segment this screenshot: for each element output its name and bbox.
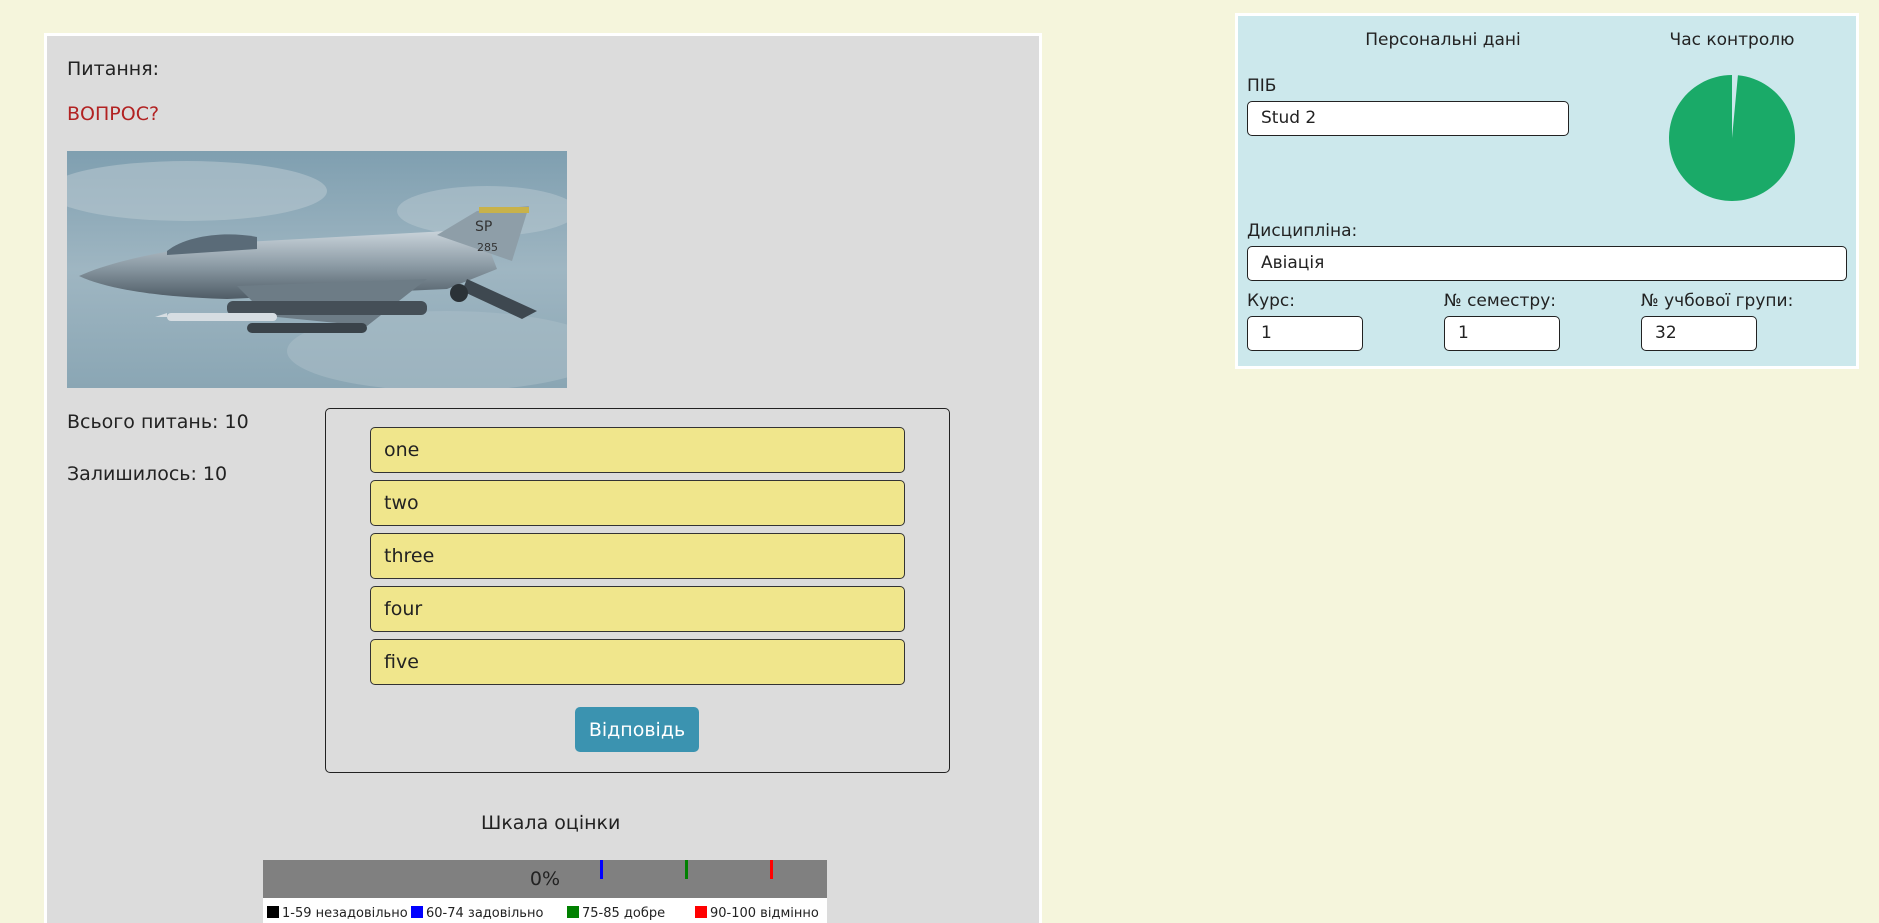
personal-data-panel: Персональні дані Час контролю ПІБ Stud 2… — [1235, 13, 1859, 369]
answer-option[interactable]: two — [370, 480, 905, 526]
total-questions: Всього питань: 10 — [67, 411, 249, 433]
question-text: ВОПРОС? — [67, 103, 160, 125]
legend-item: 1-59 незадовільно — [267, 906, 408, 921]
discipline-field[interactable]: Авіація — [1247, 246, 1847, 281]
discipline-label: Дисципліна: — [1247, 221, 1358, 241]
question-label: Питання: — [67, 58, 160, 80]
timer-pie — [1667, 73, 1797, 203]
grade-scale-legend: 1-59 незадовільно 60-74 задовільно 75-85… — [263, 898, 827, 923]
legend-swatch — [695, 906, 707, 918]
group-label: № учбової групи: — [1641, 291, 1794, 311]
page: Питання: ВОПРОС? SP 285 Всього питань: 1… — [0, 0, 1879, 923]
legend-swatch — [267, 906, 279, 918]
grade-scale-title: Шкала оцінки — [481, 812, 621, 834]
legend-item: 75-85 добре — [567, 906, 665, 921]
answers-box: one two three four five Відповідь — [325, 408, 950, 773]
answer-option[interactable]: one — [370, 427, 905, 473]
personal-data-heading: Персональні дані — [1365, 30, 1521, 50]
timer-heading: Час контролю — [1669, 30, 1795, 50]
legend-label: 90-100 відмінно — [710, 906, 819, 921]
timer-pie-chart — [1669, 75, 1796, 201]
quiz-panel: Питання: ВОПРОС? SP 285 Всього питань: 1… — [44, 33, 1042, 923]
answer-option[interactable]: four — [370, 586, 905, 632]
remaining-questions: Залишилось: 10 — [67, 463, 228, 485]
group-field[interactable]: 32 — [1641, 316, 1757, 351]
answer-option[interactable]: three — [370, 533, 905, 579]
legend-item: 60-74 задовільно — [411, 906, 543, 921]
legend-item: 90-100 відмінно — [695, 906, 819, 921]
answer-option[interactable]: five — [370, 639, 905, 685]
course-field[interactable]: 1 — [1247, 316, 1363, 351]
svg-text:285: 285 — [477, 241, 498, 254]
name-field[interactable]: Stud 2 — [1247, 101, 1569, 136]
name-label: ПІБ — [1247, 76, 1277, 96]
legend-swatch — [567, 906, 579, 918]
semester-label: № семестру: — [1444, 291, 1557, 311]
legend-swatch — [411, 906, 423, 918]
submit-answer-button[interactable]: Відповідь — [575, 707, 699, 752]
semester-field[interactable]: 1 — [1444, 316, 1560, 351]
fighter-jet-image: SP 285 — [67, 151, 567, 388]
legend-label: 1-59 незадовільно — [282, 906, 408, 921]
legend-label: 75-85 добре — [582, 906, 666, 921]
svg-text:SP: SP — [475, 219, 492, 235]
grade-scale-percent: 0% — [529, 868, 561, 890]
course-label: Курс: — [1247, 291, 1295, 311]
question-image: SP 285 — [67, 151, 567, 388]
legend-label: 60-74 задовільно — [426, 906, 544, 921]
grade-scale-bar: 0% — [263, 860, 827, 898]
